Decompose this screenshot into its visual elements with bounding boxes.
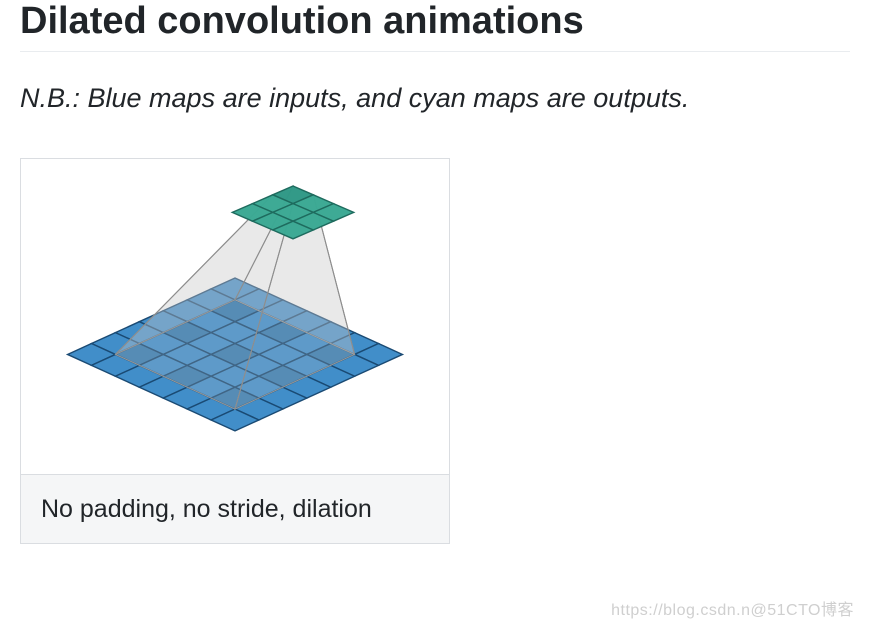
dilated-convolution-icon (45, 166, 425, 466)
figure-caption: No padding, no stride, dilation (21, 474, 449, 544)
note-text: N.B.: Blue maps are inputs, and cyan map… (20, 80, 850, 118)
figure-image (21, 159, 449, 474)
watermark-text: https://blog.csdn.n@51CTO博客 (611, 596, 854, 620)
page-title: Dilated convolution animations (20, 0, 850, 52)
figure-card: No padding, no stride, dilation (20, 158, 450, 545)
